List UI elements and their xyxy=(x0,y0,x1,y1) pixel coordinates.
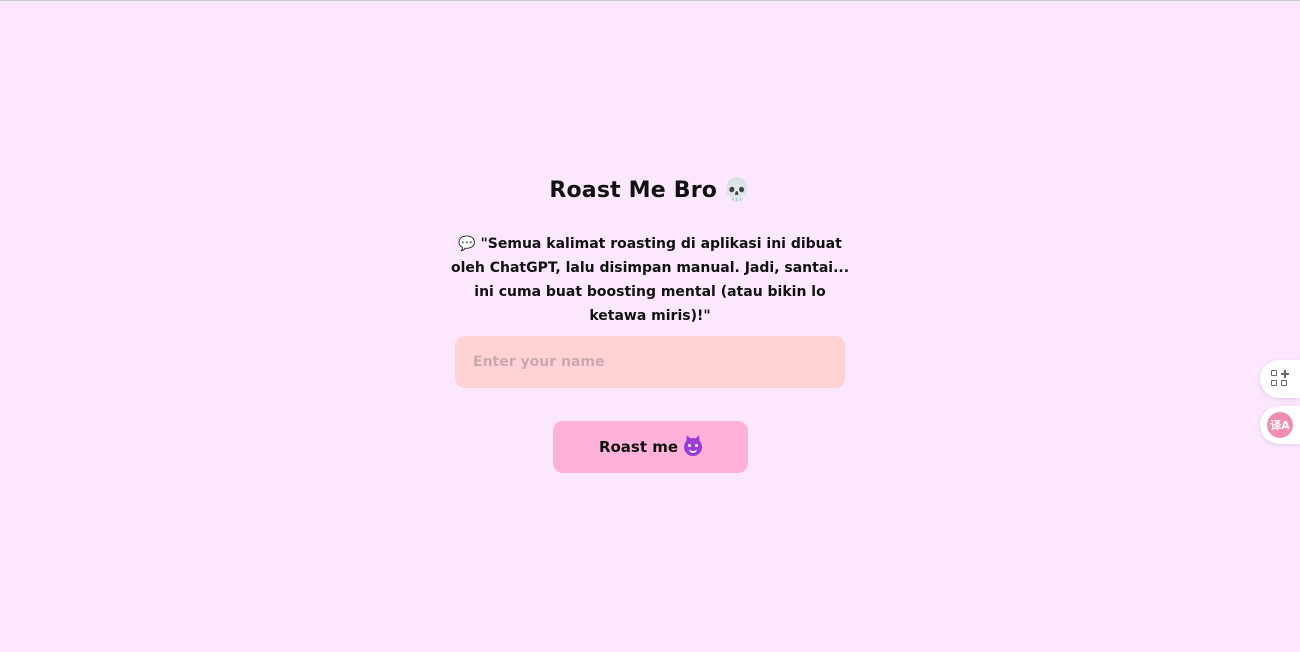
apps-widget-button[interactable] xyxy=(1260,360,1300,398)
smiling-devil-icon xyxy=(684,434,703,456)
name-input[interactable] xyxy=(455,336,845,388)
page-title-text: Roast Me Bro xyxy=(549,178,718,203)
page-title: Roast Me Bro 💀 xyxy=(0,178,1300,203)
translate-widget-button[interactable]: 译A xyxy=(1260,406,1300,444)
main-container: Roast Me Bro 💀 💬 "Semua kalimat roasting … xyxy=(0,0,1300,652)
roast-me-button-label: Roast me xyxy=(598,438,679,456)
disclaimer-text: 💬 "Semua kalimat roasting di aplikasi in… xyxy=(450,236,850,324)
apps-add-icon xyxy=(1271,370,1289,388)
roast-me-button[interactable]: Roast me xyxy=(553,421,748,473)
translate-icon: 译A xyxy=(1267,412,1293,438)
skull-icon: 💀 xyxy=(723,178,751,203)
